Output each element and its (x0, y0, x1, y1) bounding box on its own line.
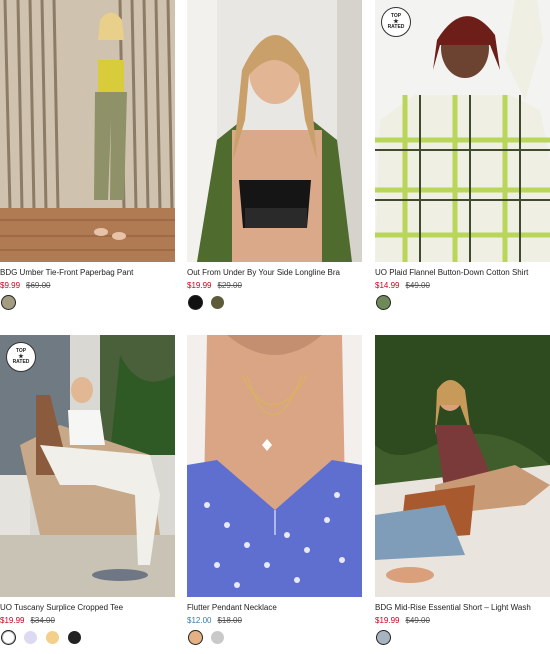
original-price: $69.00 (26, 281, 51, 290)
product-card[interactable]: BDG Mid-Rise Essential Short – Light Was… (375, 335, 550, 654)
sale-price: $19.99 (375, 616, 400, 625)
product-title[interactable]: Flutter Pendant Necklace (187, 603, 277, 613)
color-swatch[interactable] (377, 631, 390, 644)
product-card[interactable]: BDG Umber Tie-Front Paperbag Pant $9.99 $… (0, 0, 175, 320)
color-swatches (377, 631, 390, 644)
product-card[interactable]: Out From Under By Your Side Longline Bra… (187, 0, 362, 320)
product-title[interactable]: Out From Under By Your Side Longline Bra (187, 268, 340, 278)
color-swatches (189, 296, 224, 309)
original-price: $49.00 (405, 616, 430, 625)
color-swatches (2, 296, 15, 309)
badge-rated-label: RATED (12, 359, 30, 365)
sale-price: $14.99 (375, 281, 400, 290)
product-title[interactable]: BDG Mid-Rise Essential Short – Light Was… (375, 603, 531, 613)
color-swatch[interactable] (211, 296, 224, 309)
color-swatch[interactable] (189, 296, 202, 309)
product-image[interactable]: TOP ★ RATED (0, 335, 175, 597)
original-price: $29.00 (217, 281, 242, 290)
product-title[interactable]: UO Plaid Flannel Button-Down Cotton Shir… (375, 268, 528, 278)
sale-price: $19.99 (187, 281, 212, 290)
top-rated-badge: TOP ★ RATED (6, 342, 36, 372)
color-swatch[interactable] (24, 631, 37, 644)
color-swatch[interactable] (46, 631, 59, 644)
product-image[interactable] (0, 0, 175, 262)
product-title[interactable]: BDG Umber Tie-Front Paperbag Pant (0, 268, 133, 278)
color-swatches (2, 631, 81, 644)
color-swatch[interactable] (377, 296, 390, 309)
product-card[interactable]: Flutter Pendant Necklace $12.00 $18.00 (187, 335, 362, 654)
product-price: $9.99 $69.00 (0, 281, 51, 291)
product-price: $12.00 $18.00 (187, 616, 242, 626)
product-card[interactable]: TOP ★ RATED UO Plaid Flannel Button-Down… (375, 0, 550, 320)
product-image[interactable] (375, 335, 550, 597)
sale-price: $19.99 (0, 616, 25, 625)
product-card[interactable]: TOP ★ RATED UO Tuscany Surplice Cropped … (0, 335, 175, 654)
color-swatch[interactable] (211, 631, 224, 644)
sale-price: $12.00 (187, 616, 212, 625)
product-title[interactable]: UO Tuscany Surplice Cropped Tee (0, 603, 123, 613)
color-swatches (189, 631, 224, 644)
color-swatch[interactable] (2, 631, 15, 644)
product-price: $19.99 $34.00 (0, 616, 55, 626)
product-price: $19.99 $49.00 (375, 616, 430, 626)
color-swatches (377, 296, 390, 309)
product-image[interactable] (187, 0, 362, 262)
product-grid: BDG Umber Tie-Front Paperbag Pant $9.99 $… (0, 0, 550, 654)
sale-price: $9.99 (0, 281, 21, 290)
product-price: $14.99 $49.00 (375, 281, 430, 291)
badge-rated-label: RATED (387, 24, 405, 30)
original-price: $18.00 (217, 616, 242, 625)
product-price: $19.99 $29.00 (187, 281, 242, 291)
product-image[interactable] (187, 335, 362, 597)
original-price: $49.00 (405, 281, 430, 290)
product-image[interactable]: TOP ★ RATED (375, 0, 550, 262)
color-swatch[interactable] (68, 631, 81, 644)
color-swatch[interactable] (2, 296, 15, 309)
original-price: $34.00 (30, 616, 55, 625)
color-swatch[interactable] (189, 631, 202, 644)
top-rated-badge: TOP ★ RATED (381, 7, 411, 37)
